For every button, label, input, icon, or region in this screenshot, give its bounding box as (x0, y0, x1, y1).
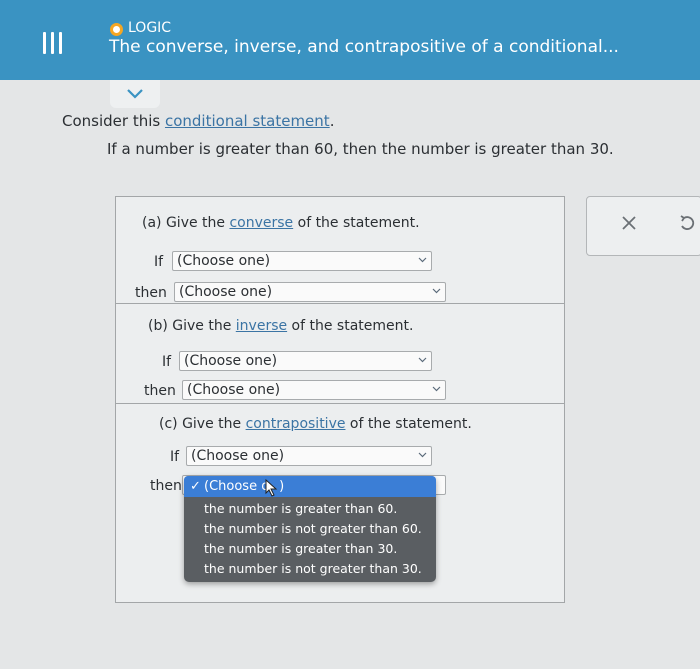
inverse-link[interactable]: inverse (236, 318, 287, 334)
chevron-down-icon (432, 288, 441, 294)
intro-prefix: Consider this (62, 112, 165, 130)
topic-label: LOGIC (128, 20, 172, 36)
question-a-text: (a) Give the converse of the statement. (142, 215, 420, 231)
selected-option-start: (Choose o (204, 479, 270, 494)
chevron-down-icon (432, 386, 441, 392)
dropdown-option[interactable]: the number is not greater than 60. (204, 521, 422, 536)
chevron-down-icon (127, 89, 143, 99)
dropdown-value: (Choose one) (187, 382, 281, 398)
topic-status-icon (110, 23, 123, 36)
then-label-c: then (150, 478, 182, 494)
question-a-section: (a) Give the converse of the statement. … (116, 197, 564, 304)
dropdown-option[interactable]: the number is not greater than 30. (204, 561, 422, 576)
selected-option-end: ) (279, 479, 285, 494)
if-label-c: If (170, 449, 180, 465)
converse-link[interactable]: converse (229, 215, 293, 231)
intro-suffix: . (329, 112, 335, 130)
contrapositive-link[interactable]: contrapositive (246, 416, 346, 432)
menu-icon[interactable] (42, 32, 64, 54)
chevron-down-icon (418, 257, 427, 263)
question-c-prefix: (c) Give the (159, 416, 246, 432)
converse-if-dropdown[interactable]: (Choose one) (172, 251, 432, 271)
conditional-statement-link[interactable]: conditional statement (165, 112, 330, 130)
chevron-down-icon (418, 357, 427, 363)
then-label-a: then (135, 285, 167, 301)
converse-then-dropdown[interactable]: (Choose one) (174, 282, 446, 302)
if-label-a: If (154, 254, 164, 270)
undo-icon[interactable] (679, 215, 695, 233)
contrapositive-if-dropdown[interactable]: (Choose one) (186, 446, 432, 466)
intro-text: Consider this conditional statement. (62, 112, 334, 130)
dropdown-value: (Choose one) (191, 448, 285, 464)
question-a-prefix: (a) Give the (142, 215, 230, 231)
question-b-suffix: of the statement. (287, 318, 414, 334)
dropdown-option[interactable]: the number is greater than 60. (204, 501, 397, 516)
dropdown-option-selected[interactable]: ✓ (Choose o) (184, 476, 436, 497)
page-title: The converse, inverse, and contrapositiv… (109, 37, 619, 57)
cursor-icon (265, 479, 278, 497)
dropdown-option[interactable]: the number is greater than 30. (204, 541, 397, 556)
then-label-b: then (144, 383, 176, 399)
inverse-then-dropdown[interactable]: (Choose one) (182, 380, 446, 400)
statement-text: If a number is greater than 60, then the… (107, 140, 614, 158)
dropdown-options-list: ✓ (Choose o) the number is greater than … (184, 476, 436, 582)
check-icon: ✓ (190, 479, 201, 494)
question-b-section: (b) Give the inverse of the statement. I… (116, 303, 564, 404)
inverse-if-dropdown[interactable]: (Choose one) (179, 351, 432, 371)
collapse-toggle[interactable] (110, 80, 160, 108)
question-b-prefix: (b) Give the (148, 318, 236, 334)
question-b-text: (b) Give the inverse of the statement. (148, 318, 413, 334)
answer-actions (586, 196, 700, 256)
header-bar: LOGIC The converse, inverse, and contrap… (0, 0, 700, 80)
close-icon[interactable] (621, 215, 637, 231)
chevron-down-icon (418, 452, 427, 458)
dropdown-value: (Choose one) (179, 284, 273, 300)
question-a-suffix: of the statement. (293, 215, 420, 231)
question-c-text: (c) Give the contrapositive of the state… (159, 416, 472, 432)
dropdown-value: (Choose one) (184, 353, 278, 369)
dropdown-value: (Choose one) (177, 253, 271, 269)
if-label-b: If (162, 354, 172, 370)
question-c-suffix: of the statement. (345, 416, 472, 432)
